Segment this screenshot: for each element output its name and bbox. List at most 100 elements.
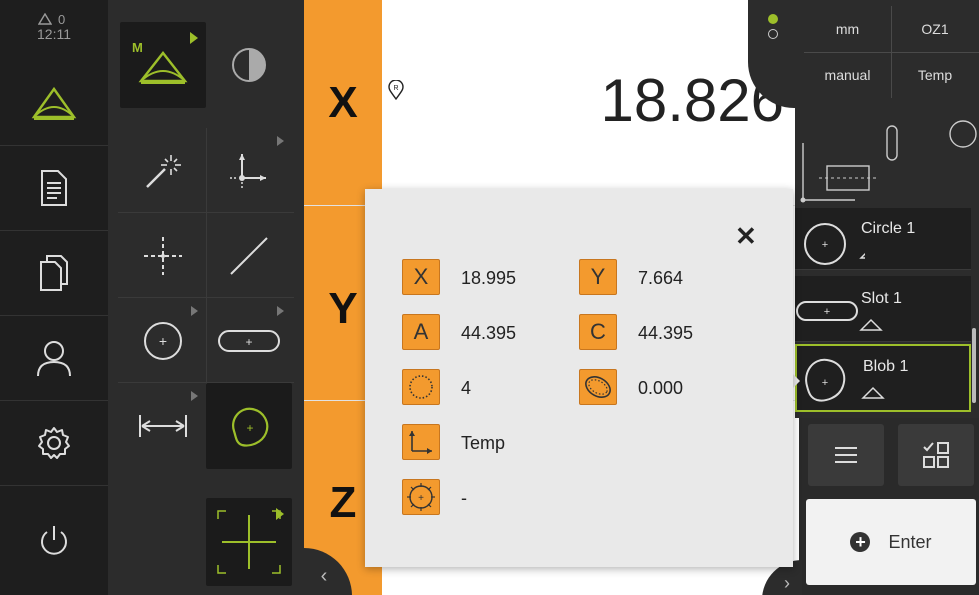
contrast-icon <box>232 48 266 82</box>
menu-user-login[interactable] <box>0 315 108 400</box>
tool-distance[interactable] <box>120 383 206 469</box>
chevron-left-icon: ‹ <box>320 564 328 587</box>
tool-crosshair[interactable] <box>206 498 292 586</box>
distance-icon <box>139 415 187 437</box>
preview-drawing <box>800 120 977 203</box>
tool-contrast[interactable] <box>206 22 292 108</box>
form-error-icon <box>585 376 611 398</box>
checklist-button[interactable] <box>898 424 974 486</box>
form-error-badge <box>579 369 617 405</box>
y-coordinate-badge: Y <box>579 259 617 295</box>
feature-item[interactable]: + Slot 1 <box>795 276 971 342</box>
feature-item[interactable]: + Circle 1 <box>795 208 971 270</box>
led-active <box>768 14 778 24</box>
tool-slot[interactable]: + <box>206 298 292 384</box>
axis-x-label[interactable]: X <box>304 78 382 128</box>
status-bar: mm OZ1 manual Temp <box>748 0 979 108</box>
svg-text:+: + <box>159 333 167 349</box>
svg-text:+: + <box>245 335 252 349</box>
warning-count: 0 <box>58 12 66 27</box>
chevron-right-icon: › <box>784 572 790 593</box>
circumference-value: 44.395 <box>638 323 694 343</box>
report-icon <box>41 170 67 206</box>
tool-blob[interactable]: + <box>206 383 292 469</box>
status-area[interactable]: 0 12:11 <box>0 0 108 60</box>
measure-mode-badge: M <box>132 40 143 55</box>
reference-selector[interactable]: Temp <box>891 52 979 98</box>
circle-icon: + <box>804 223 865 265</box>
blob-icon: + <box>232 407 269 447</box>
svg-text:+: + <box>824 306 830 318</box>
close-button[interactable]: ✕ <box>735 221 757 252</box>
app-root: 0 12:11 M + + + X Y Z R 18.826 ‹ › mm OZ… <box>0 0 979 595</box>
svg-text:R: R <box>393 85 398 92</box>
svg-text:+: + <box>246 421 253 435</box>
svg-text:+: + <box>822 377 828 389</box>
x-coordinate-badge: X <box>402 259 440 295</box>
menu-measure[interactable] <box>0 60 108 145</box>
feature-list: + Circle 1 + Slot 1 + Blob 1 <box>795 208 979 418</box>
mode-selector[interactable]: manual <box>804 52 891 98</box>
enter-label: Enter <box>888 531 932 552</box>
area-value: 44.395 <box>461 323 517 343</box>
tool-palette: M + + + <box>108 0 304 595</box>
led-inactive <box>768 29 778 39</box>
points-count-value: 4 <box>461 378 472 398</box>
feature-preview[interactable] <box>795 108 979 208</box>
measure-icon <box>31 86 77 120</box>
reference-system-icon <box>230 154 266 190</box>
settings-icon <box>38 427 70 459</box>
file-management-icon <box>40 255 68 291</box>
menu-switch-off[interactable] <box>0 485 108 595</box>
points-count-badge <box>402 369 440 405</box>
feature-item-selected[interactable]: + Blob 1 <box>795 344 971 412</box>
fit-method-icon: + <box>407 483 435 511</box>
line-icon <box>230 237 268 275</box>
reference-system-icon <box>409 431 432 454</box>
user-icon <box>37 341 71 377</box>
svg-text:+: + <box>418 493 424 504</box>
tool-point[interactable] <box>120 213 206 299</box>
manual-measurement-icon <box>138 51 188 84</box>
power-icon <box>41 525 67 555</box>
add-icon: + <box>850 532 871 552</box>
tool-line[interactable] <box>206 213 292 299</box>
feature-name: Slot 1 <box>861 290 902 307</box>
magic-wand-icon <box>146 155 181 188</box>
circle-icon: + <box>144 322 182 360</box>
tool-reference-system[interactable] <box>206 128 292 214</box>
slot-icon: + <box>218 330 280 352</box>
feature-name: Blob 1 <box>863 358 909 375</box>
list-button[interactable] <box>808 424 884 486</box>
slot-icon: + <box>796 301 883 331</box>
unit-selector[interactable]: mm <box>804 6 891 52</box>
operator-selector[interactable]: OZ1 <box>891 6 979 52</box>
reference-system-badge <box>402 424 440 460</box>
blob-icon: + <box>805 358 885 402</box>
reference-pin-icon: R <box>388 79 404 105</box>
reference-system-value: Temp <box>461 433 506 453</box>
menu-settings[interactable] <box>0 400 108 485</box>
menu-file-management[interactable] <box>0 230 108 315</box>
circumference-badge: C <box>579 314 617 350</box>
status-leds <box>768 14 778 44</box>
fit-method-value: - <box>461 488 467 508</box>
feature-name: Circle 1 <box>861 220 916 237</box>
enter-button[interactable]: + Enter <box>806 499 976 585</box>
y-coordinate-value: 7.664 <box>638 268 684 288</box>
x-coordinate-value: 18.995 <box>461 268 517 288</box>
feature-list-scrollbar[interactable] <box>972 328 976 403</box>
tool-circle[interactable]: + <box>120 298 206 384</box>
crosshair-icon <box>217 510 281 574</box>
main-menu: 0 12:11 <box>0 0 108 595</box>
fit-method-badge: + <box>402 479 440 515</box>
tool-manual-measurement[interactable]: M <box>120 22 206 108</box>
tool-auto-point[interactable] <box>120 128 206 214</box>
clock: 12:11 <box>37 26 71 42</box>
menu-measurement-report[interactable] <box>0 145 108 230</box>
list-icon <box>835 447 857 463</box>
svg-text:+: + <box>822 239 828 251</box>
area-badge: A <box>402 314 440 350</box>
form-error-value: 0.000 <box>638 378 684 398</box>
checklist-icon <box>923 442 949 468</box>
